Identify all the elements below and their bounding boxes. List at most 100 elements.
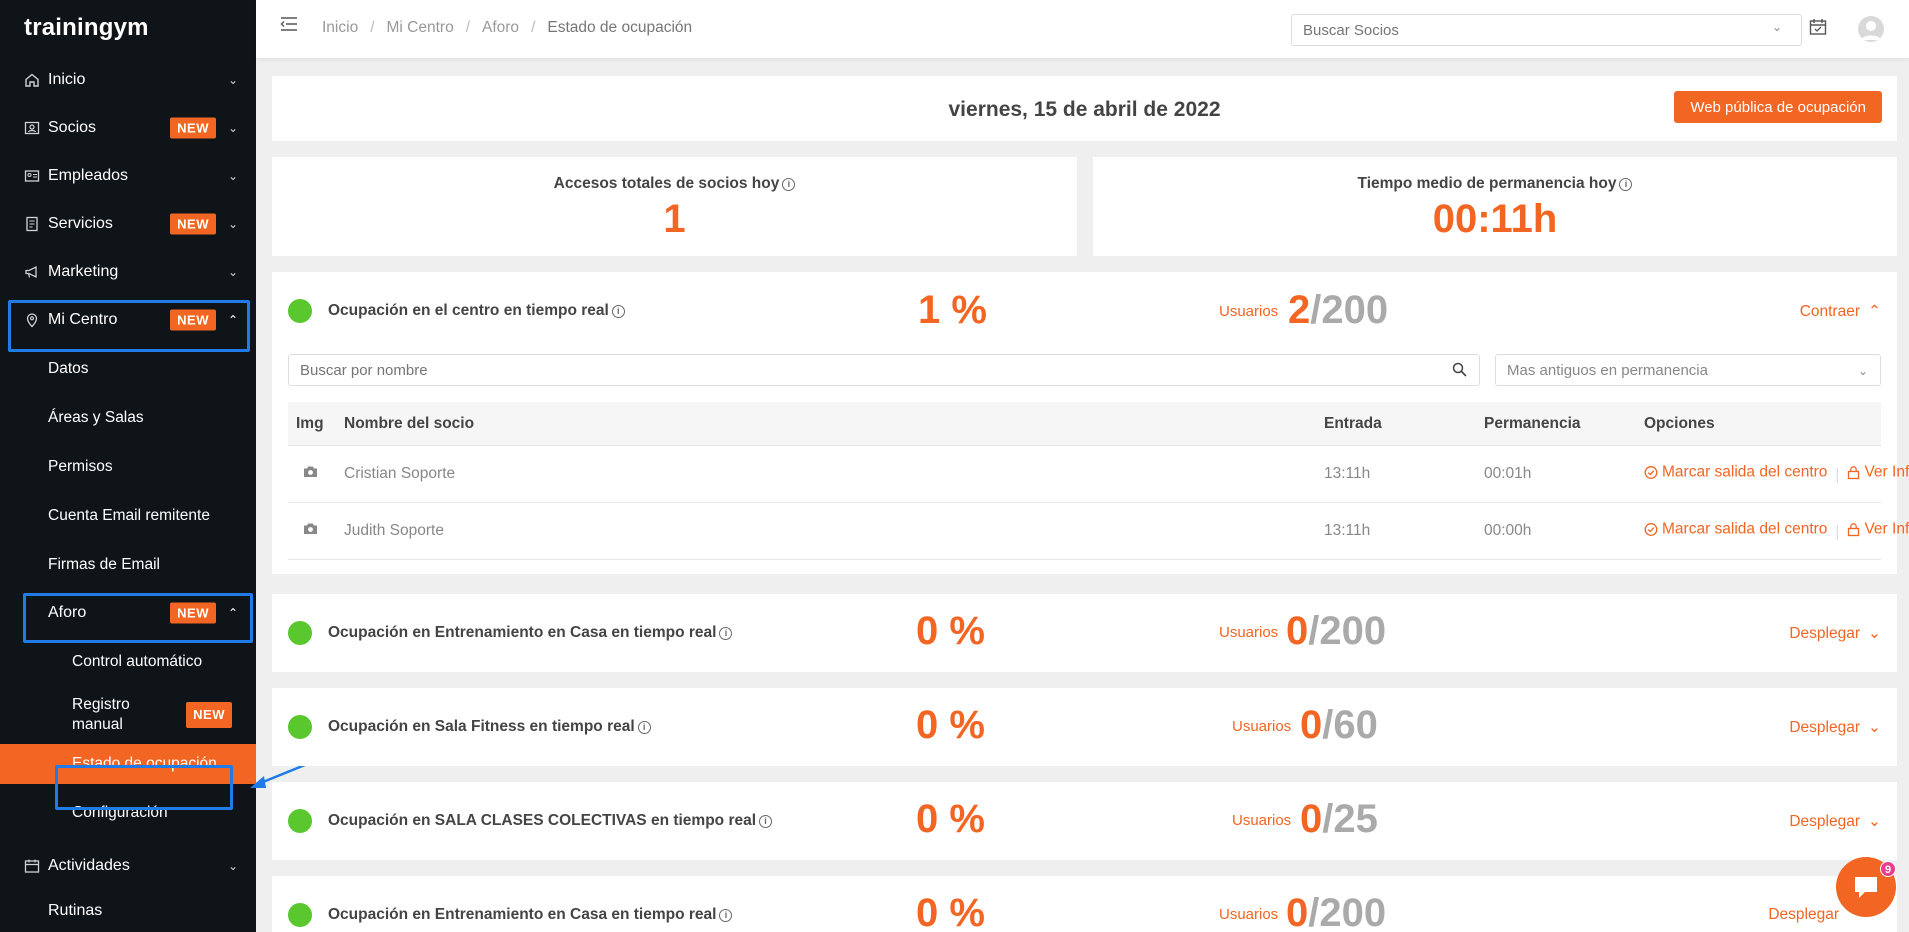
chevron-down-icon: ⌄ xyxy=(1868,625,1881,642)
breadcrumb-item-mi-centro[interactable]: Mi Centro xyxy=(387,19,454,37)
web-publica-ocupacion-button[interactable]: Web pública de ocupación xyxy=(1674,91,1882,123)
sidebar-item-empleados[interactable]: Empleados ⌄ xyxy=(0,152,256,200)
column-header-opciones: Opciones xyxy=(1644,414,1715,432)
info-icon[interactable]: i xyxy=(1619,178,1633,191)
sidebar-subitem-aforo[interactable]: Aforo NEW ⌃ xyxy=(0,589,256,637)
desplegar-toggle[interactable]: Desplegar ⌄ xyxy=(1789,624,1881,643)
marcar-salida-link[interactable]: Marcar salida del centro xyxy=(1644,464,1827,482)
lock-icon xyxy=(1848,466,1860,480)
order-select-value: Mas antiguos en permanencia xyxy=(1507,361,1708,379)
sidebar-item-label: Empleados xyxy=(48,167,129,184)
sidebar-subitem-cuenta-email[interactable]: Cuenta Email remitente xyxy=(0,491,256,540)
info-icon[interactable]: i xyxy=(759,815,773,828)
status-dot-icon xyxy=(288,809,312,833)
chevron-down-icon: ⌄ xyxy=(227,121,238,135)
chevron-up-icon: ⌃ xyxy=(1868,303,1881,320)
users-count: 0/200 xyxy=(1286,609,1387,653)
sidebar-item-label: Registro manual xyxy=(72,696,130,733)
chevron-up-icon: ⌃ xyxy=(227,313,238,327)
breadcrumb-item-aforo[interactable]: Aforo xyxy=(482,19,519,37)
search-socios-input[interactable] xyxy=(1291,14,1802,46)
options-separator: | xyxy=(1835,523,1840,541)
occupancy-percentage: 0 % xyxy=(916,609,985,653)
sidebar-item-label: Rutinas xyxy=(48,902,103,919)
occupancy-title: Ocupación en Entrenamiento en Casa en ti… xyxy=(328,906,733,924)
sidebar-item-servicios[interactable]: Servicios NEW ⌄ xyxy=(0,200,256,248)
sidebar-item-mi-centro[interactable]: Mi Centro NEW ⌃ xyxy=(0,296,256,344)
sidebar-item-socios[interactable]: Socios NEW ⌄ xyxy=(0,104,256,152)
sidebar-item-label: Actividades xyxy=(48,857,130,874)
sidebar-subitem-configuracion[interactable]: Configuración xyxy=(0,784,256,842)
breadcrumb-separator: / xyxy=(531,19,536,36)
info-icon[interactable]: i xyxy=(719,627,733,640)
desplegar-toggle[interactable]: Desplegar ⌄ xyxy=(1789,718,1881,737)
entrada-time: 13:11h xyxy=(1324,465,1371,482)
info-icon[interactable]: i xyxy=(637,721,651,734)
users-count: 0/25 xyxy=(1300,797,1378,841)
occupancy-card-entrenamiento-casa-2: Ocupación en Entrenamiento en Casa en ti… xyxy=(272,876,1897,932)
sidebar-subitem-permisos[interactable]: Permisos xyxy=(0,442,256,491)
breadcrumb-item-inicio[interactable]: Inicio xyxy=(322,19,358,37)
employees-icon xyxy=(24,168,40,184)
sidebar-subitem-registro-manual[interactable]: Registro manual NEW xyxy=(0,686,256,744)
lock-icon xyxy=(1848,523,1860,537)
users-label: Usuarios xyxy=(1219,624,1279,641)
ver-info-link[interactable]: Ver Info xyxy=(1847,521,1909,539)
chevron-down-icon: ⌄ xyxy=(227,169,238,183)
stat-label: Accesos totales de socios hoy i xyxy=(272,175,1077,193)
current-date: viernes, 15 de abril de 2022 xyxy=(948,98,1221,121)
member-name[interactable]: Cristian Soporte xyxy=(344,465,455,483)
status-dot-icon xyxy=(288,621,312,645)
name-search-input[interactable] xyxy=(288,354,1480,386)
sidebar-item-label: Aforo xyxy=(48,604,87,621)
camera-icon xyxy=(303,522,318,540)
contraer-toggle[interactable]: Contraer ⌃ xyxy=(1800,302,1881,321)
breadcrumb: Inicio / Mi Centro / Aforo / Estado de o… xyxy=(322,19,692,37)
location-pin-icon xyxy=(24,312,40,328)
info-icon[interactable]: i xyxy=(611,305,625,318)
sidebar-subitem-firmas-email[interactable]: Firmas de Email xyxy=(0,540,256,589)
desplegar-toggle[interactable]: Desplegar xyxy=(1768,906,1839,924)
chevron-down-icon: ⌄ xyxy=(1857,364,1868,378)
sidebar-subitem-control-automatico[interactable]: Control automático xyxy=(0,637,256,686)
sidebar-item-actividades[interactable]: Actividades ⌄ xyxy=(0,842,256,890)
routines-icon xyxy=(24,904,40,920)
ver-info-link[interactable]: Ver Info xyxy=(1847,464,1909,482)
users-label: Usuarios xyxy=(1219,303,1279,320)
user-avatar-icon[interactable] xyxy=(1858,16,1884,42)
sidebar: trainingym Inicio ⌄ Socios NEW ⌄ Emplead… xyxy=(0,0,256,932)
column-header-entrada: Entrada xyxy=(1324,414,1382,432)
menu-collapse-icon[interactable] xyxy=(280,16,300,34)
new-badge: NEW xyxy=(170,117,216,139)
sidebar-item-rutinas[interactable]: Rutinas xyxy=(0,890,256,920)
stat-value: 00:11h xyxy=(1432,197,1558,241)
app-logo: trainingym xyxy=(24,14,149,41)
info-icon[interactable]: i xyxy=(782,178,796,191)
users-label: Usuarios xyxy=(1219,906,1279,923)
sidebar-item-label: Marketing xyxy=(48,263,119,280)
sidebar-item-label: Socios xyxy=(48,119,97,136)
chat-notification-badge: 9 xyxy=(1880,861,1896,877)
info-icon[interactable]: i xyxy=(719,909,733,922)
sidebar-item-inicio[interactable]: Inicio ⌄ xyxy=(0,56,256,104)
table-row: Judith Soporte 13:11h 00:00h Marcar sali… xyxy=(288,503,1909,560)
members-icon xyxy=(24,120,40,136)
occupancy-title: Ocupación en Entrenamiento en Casa en ti… xyxy=(328,624,733,642)
sidebar-subitem-areas-salas[interactable]: Áreas y Salas xyxy=(0,393,256,442)
order-select[interactable]: Mas antiguos en permanencia ⌄ xyxy=(1495,354,1881,386)
member-name[interactable]: Judith Soporte xyxy=(344,522,444,540)
camera-icon xyxy=(303,465,318,483)
chevron-down-icon: ⌄ xyxy=(1868,813,1881,830)
services-icon xyxy=(24,216,40,232)
sidebar-subitem-estado-ocupacion[interactable]: Estado de ocupación xyxy=(0,744,256,784)
marcar-salida-link[interactable]: Marcar salida del centro xyxy=(1644,521,1827,539)
options-separator: | xyxy=(1835,466,1840,484)
row-options: Marcar salida del centro | Ver Info xyxy=(1644,464,1909,485)
occupancy-title: Ocupación en el centro en tiempo real i xyxy=(328,302,625,320)
sidebar-item-marketing[interactable]: Marketing ⌄ xyxy=(0,248,256,296)
search-icon[interactable] xyxy=(1452,362,1467,382)
chevron-down-icon: ⌄ xyxy=(227,859,238,873)
sidebar-subitem-datos[interactable]: Datos xyxy=(0,344,256,393)
calendar-check-icon[interactable] xyxy=(1809,18,1827,36)
desplegar-toggle[interactable]: Desplegar ⌄ xyxy=(1789,812,1881,831)
